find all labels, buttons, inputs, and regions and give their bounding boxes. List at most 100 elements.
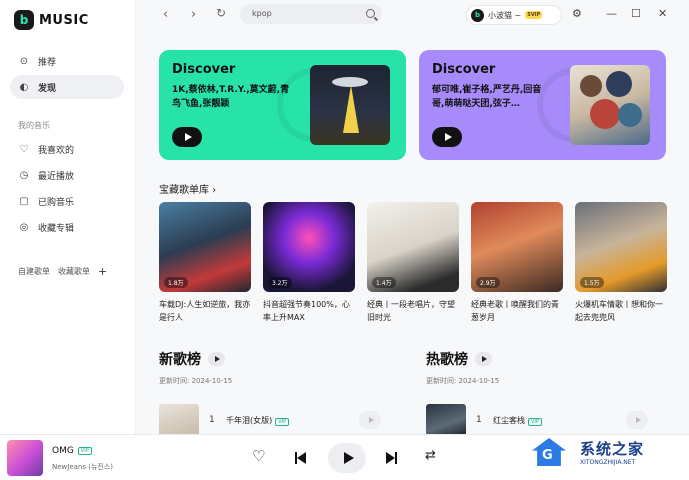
playlist-cover: 1.8万 bbox=[159, 202, 251, 292]
chart-play-button[interactable] bbox=[208, 352, 225, 366]
sidebar-item-liked[interactable]: ♡ 我喜欢的 bbox=[10, 137, 124, 161]
watermark: G 系统之家 XITONGZHIJIA.NET bbox=[528, 432, 686, 472]
user-profile-button[interactable]: b 小波猫 ~ SVIP bbox=[466, 5, 562, 25]
minimize-button[interactable]: — bbox=[606, 7, 617, 20]
banner-title: Discover bbox=[432, 62, 496, 77]
shuffle-button[interactable]: ⇄ bbox=[425, 448, 436, 463]
beam-shape bbox=[343, 85, 359, 133]
sidebar-item-label: 发现 bbox=[38, 83, 57, 94]
treasure-playlists-link[interactable]: 宝藏歌单库 › bbox=[159, 181, 216, 196]
maximize-button[interactable]: ☐ bbox=[631, 7, 641, 20]
refresh-button[interactable]: ↻ bbox=[216, 6, 226, 20]
now-playing-cover[interactable] bbox=[7, 440, 43, 476]
banner-play-button[interactable] bbox=[432, 127, 462, 147]
watermark-text: 系统之家 XITONGZHIJIA.NET bbox=[580, 438, 644, 466]
sidebar-item-albums[interactable]: ◎ 收藏专辑 bbox=[10, 215, 124, 239]
sidebar-item-purchased[interactable]: ▢ 已购音乐 bbox=[10, 189, 124, 213]
playlist-cover: 3.2万 bbox=[263, 202, 355, 292]
clock-icon: ◷ bbox=[19, 169, 29, 181]
tab-created-playlists[interactable]: 自建歌单 bbox=[18, 266, 50, 277]
logo-icon: b bbox=[14, 10, 34, 30]
search-input[interactable]: kpop bbox=[240, 4, 382, 24]
chart-update-time: 更新时间: 2024-10-15 bbox=[159, 377, 233, 385]
sidebar-item-recent[interactable]: ◷ 最近播放 bbox=[10, 163, 124, 187]
app-logo[interactable]: b MUSIC bbox=[14, 10, 89, 30]
song-play-button[interactable] bbox=[359, 411, 381, 429]
banner-cover-art bbox=[570, 65, 650, 145]
playlist-title: 车载DJ:人生如逆旅，我亦是行人 bbox=[159, 300, 251, 322]
settings-button[interactable]: ⚙ bbox=[572, 7, 582, 20]
song-play-button[interactable] bbox=[626, 411, 648, 429]
art-shape bbox=[618, 103, 642, 127]
hot-songs-chart-header[interactable]: 热歌榜 bbox=[426, 349, 492, 369]
table-row[interactable]: 1 千年泪(女版) VIP bbox=[159, 404, 389, 436]
like-button[interactable]: ♡ bbox=[252, 447, 265, 465]
playlist-card[interactable]: 2.9万 经典老歌丨唤醒我们的青葱岁月 bbox=[471, 202, 563, 324]
playlist-title: 经典丨一段老唱片，守望旧时光 bbox=[367, 300, 455, 322]
previous-track-button[interactable] bbox=[295, 452, 307, 464]
music-app: b MUSIC ⊙ 推荐 ◐ 发现 我的音乐 ♡ 我喜欢的 ◷ 最近播放 ▢ 已… bbox=[0, 0, 689, 480]
my-music-label: 我的音乐 bbox=[18, 121, 50, 130]
playlist-cover: 1.4万 bbox=[367, 202, 459, 292]
vip-badge: VIP bbox=[77, 447, 92, 455]
banner-desc: 郁可唯,崔子格,严艺丹,回音哥,萌萌哒天团,弦子… bbox=[432, 85, 542, 109]
play-circle-icon: ⊙ bbox=[19, 55, 29, 67]
next-track-button[interactable] bbox=[385, 452, 397, 464]
now-playing-artist[interactable]: NewJeans (뉴진스) bbox=[52, 462, 113, 472]
song-rank: 1 bbox=[476, 415, 482, 425]
playlist-card[interactable]: 1.8万 车载DJ:人生如逆旅，我亦是行人 bbox=[159, 202, 251, 324]
user-name: 小波猫 ~ bbox=[488, 10, 522, 20]
watermark-letter: G bbox=[542, 448, 553, 463]
search-icon[interactable] bbox=[366, 9, 375, 18]
discover-banner-1[interactable]: Discover 1K,蔡依林,T.R.Y.,莫文蔚,青鸟飞鱼,张靓颖 bbox=[159, 50, 406, 160]
bag-icon: ▢ bbox=[19, 195, 29, 207]
art-shape bbox=[590, 99, 620, 129]
play-icon bbox=[444, 133, 452, 141]
chart-play-button[interactable] bbox=[475, 352, 492, 366]
new-songs-chart-header[interactable]: 新歌榜 bbox=[159, 349, 225, 369]
discover-banner-2[interactable]: Discover 郁可唯,崔子格,严艺丹,回音哥,萌萌哒天团,弦子… bbox=[419, 50, 666, 160]
now-playing-title-text: OMG bbox=[52, 446, 74, 456]
play-count: 2.9万 bbox=[476, 277, 500, 288]
sidebar: b MUSIC ⊙ 推荐 ◐ 发现 我的音乐 ♡ 我喜欢的 ◷ 最近播放 ▢ 已… bbox=[0, 0, 136, 434]
song-cover bbox=[426, 404, 466, 436]
playlist-title: 火爆机车情歌丨想和你一起去兜兜风 bbox=[575, 300, 663, 322]
disc-icon: ◎ bbox=[19, 221, 29, 233]
playlist-card[interactable]: 3.2万 抖音超强节奏100%，心率上升MAX bbox=[263, 202, 355, 324]
heart-icon: ♡ bbox=[19, 143, 29, 155]
watermark-name: 系统之家 bbox=[580, 440, 645, 458]
playlist-card[interactable]: 1.5万 火爆机车情歌丨想和你一起去兜兜风 bbox=[575, 202, 667, 324]
play-icon bbox=[481, 356, 487, 362]
song-title: 千年泪(女版) VIP bbox=[226, 415, 290, 426]
tab-collected-playlists[interactable]: 收藏歌单 bbox=[58, 266, 90, 277]
sidebar-item-recommend[interactable]: ⊙ 推荐 bbox=[10, 49, 124, 73]
play-count: 1.8万 bbox=[164, 277, 188, 288]
sidebar-item-label: 最近播放 bbox=[38, 171, 75, 182]
song-cover bbox=[159, 404, 199, 436]
forward-button[interactable]: › bbox=[191, 7, 196, 22]
art-shape bbox=[606, 71, 632, 97]
topbar: ‹ › ↻ kpop b 小波猫 ~ SVIP ⚙ — ☐ ✕ bbox=[136, 0, 689, 30]
play-icon bbox=[343, 452, 354, 464]
play-pause-button[interactable] bbox=[328, 443, 366, 473]
close-button[interactable]: ✕ bbox=[658, 7, 667, 20]
play-count: 1.4万 bbox=[372, 277, 396, 288]
vip-badge: VIP bbox=[528, 417, 542, 426]
banner-cover-art bbox=[310, 65, 390, 145]
banner-title: Discover bbox=[172, 62, 236, 77]
vip-badge: VIP bbox=[275, 417, 290, 426]
sidebar-item-label: 收藏专辑 bbox=[38, 223, 75, 234]
app-name: MUSIC bbox=[39, 12, 89, 28]
art-shape bbox=[580, 75, 602, 97]
add-playlist-button[interactable]: + bbox=[98, 265, 107, 278]
chart-title: 新歌榜 bbox=[159, 352, 201, 368]
sidebar-item-discover[interactable]: ◐ 发现 bbox=[10, 75, 124, 99]
song-title-text: 红尘客栈 bbox=[493, 415, 525, 425]
avatar: b bbox=[471, 8, 484, 22]
playlist-card[interactable]: 1.4万 经典丨一段老唱片，守望旧时光 bbox=[367, 202, 459, 324]
play-icon bbox=[214, 356, 220, 362]
banner-play-button[interactable] bbox=[172, 127, 202, 147]
play-count: 1.5万 bbox=[580, 277, 604, 288]
back-button[interactable]: ‹ bbox=[163, 7, 168, 22]
song-title: 红尘客栈 VIP bbox=[493, 415, 542, 426]
